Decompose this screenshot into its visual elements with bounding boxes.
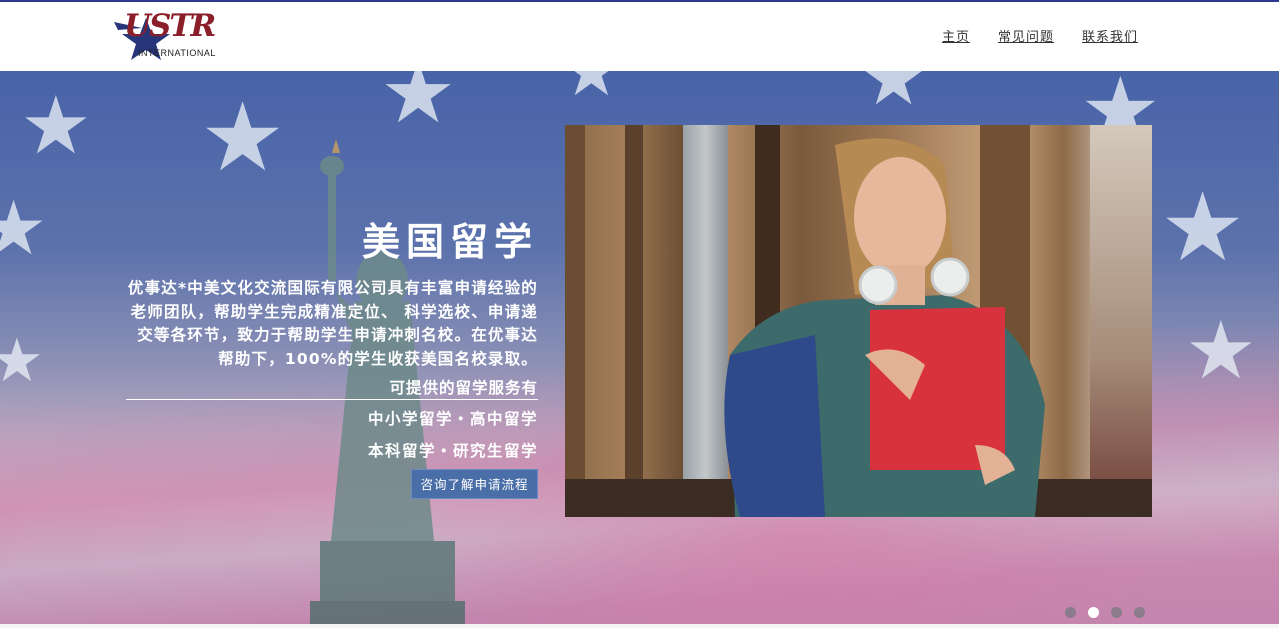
carousel-indicators [1065, 607, 1145, 618]
carousel-dot-3[interactable] [1111, 607, 1122, 618]
service-item: 中小学留学・高中留学 [367, 410, 538, 428]
flag-star-decoration: ★ [1160, 173, 1246, 283]
flag-star-decoration: ★ [200, 83, 286, 193]
flag-star-decoration: ★ [560, 71, 623, 112]
flag-star-decoration: ★ [0, 326, 44, 396]
hero-headline: 美国留学 [361, 220, 538, 264]
main-nav: 主页 常见问题 联系我们 [942, 26, 1138, 45]
site-header: USTR INTERNATIONAL 主页 常见问题 联系我们 [0, 2, 1279, 71]
flag-star-decoration: ★ [860, 71, 928, 122]
flag-star-decoration: ★ [0, 184, 48, 272]
nav-link-home[interactable]: 主页 [942, 26, 970, 45]
nav-link-contact[interactable]: 联系我们 [1082, 26, 1138, 45]
footer-edge [0, 624, 1279, 628]
services-heading: 可提供的留学服务有 [126, 376, 538, 400]
carousel-dot-2[interactable] [1088, 607, 1099, 618]
hero-description: 优事达*中美文化交流国际有限公司具有丰富申请经验的老师团队，帮助学生完成精准定位… [127, 279, 538, 368]
flag-star-decoration: ★ [20, 79, 92, 172]
logo-subtitle: INTERNATIONAL [138, 48, 216, 58]
flag-star-decoration: ★ [380, 71, 457, 143]
consult-button[interactable]: 咨询了解申请流程 [411, 469, 538, 499]
flag-star-decoration: ★ [1185, 304, 1257, 397]
logo-mark: USTR [124, 8, 216, 44]
carousel-dot-4[interactable] [1134, 607, 1145, 618]
student-figure [724, 138, 1045, 517]
nav-link-faq[interactable]: 常见问题 [998, 26, 1054, 45]
carousel-dot-1[interactable] [1065, 607, 1076, 618]
brand-logo[interactable]: USTR INTERNATIONAL [112, 8, 222, 64]
student-photo [565, 125, 1152, 517]
service-item: 本科留学・研究生留学 [367, 442, 538, 460]
